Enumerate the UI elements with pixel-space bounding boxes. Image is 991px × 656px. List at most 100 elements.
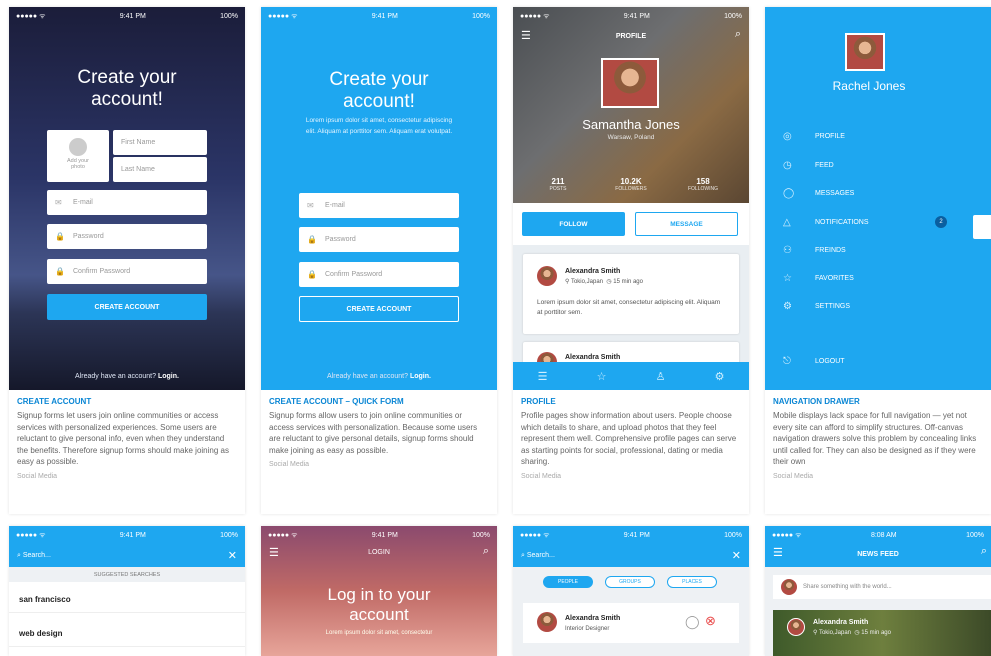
search-icon[interactable]: ⌕ (483, 545, 489, 558)
card-search-people[interactable]: ●●●●● ᯤ 9:41 PM 100% ⌕ Search... ✕ PEOPLE G… (513, 526, 749, 656)
star-icon[interactable]: ☆ (597, 370, 607, 383)
signal: ●●●●● ᯤ (520, 12, 550, 20)
profile-name: Samantha Jones (582, 117, 680, 132)
post-card[interactable]: Alexandra Smith ⚲ Tokio,Japan ◷ 15 min a… (523, 254, 739, 334)
status-bar: ●●●●● ᯤ 8:08 AM 100% (765, 526, 991, 544)
first-name-field[interactable]: First Name (113, 130, 207, 155)
drawer-item-notifications[interactable]: △ NOTIFICATIONS (783, 217, 869, 228)
person-name[interactable]: Alexandra Smith (565, 615, 620, 622)
confirm-password-field[interactable]: 🔒 Confirm Password (47, 259, 207, 284)
add-photo-button[interactable]: Add your photo (47, 130, 109, 182)
card-login[interactable]: ●●●●● ᯤ 9:41 PM 100% ☰ LOGIN ⌕ Log in to y… (261, 526, 497, 656)
stat-following: 158 FOLLOWING (673, 177, 733, 192)
list-icon[interactable]: ☰ (538, 370, 548, 383)
tab-bar: ☰ ☆ ♙ ⚙ (513, 362, 749, 390)
time: 8:08 AM (870, 531, 897, 539)
confirm-password-field[interactable]: 🔒 Confirm Password (299, 262, 459, 287)
search-input[interactable]: Search... (527, 552, 555, 559)
drawer-item-logout[interactable]: ⎋ LOGOUT (783, 356, 845, 367)
search-bar[interactable]: ⌕ Search... ✕ (9, 544, 245, 567)
battery: 100% (724, 12, 742, 20)
login-link[interactable]: Login. (158, 373, 179, 380)
create-account-button[interactable]: CREATE ACCOUNT (299, 296, 459, 322)
drawer-item-messages[interactable]: ◯ MESSAGES (783, 188, 854, 199)
status-bar: ●●●●● ᯤ 9:41 PM 100% (513, 7, 749, 25)
stat-label: FOLLOWERS (615, 186, 647, 192)
card-title[interactable]: CREATE ACCOUNT (17, 397, 237, 406)
drawer-item-friends[interactable]: ⚇ FREINDS (783, 245, 846, 256)
search-bar[interactable]: ⌕ Search... ✕ (513, 544, 749, 567)
tab-places[interactable]: PLACES (667, 576, 717, 588)
card-description: Mobile displays lack space for full navi… (773, 411, 977, 466)
star-icon: ☆ (783, 273, 792, 284)
card-title[interactable]: PROFILE (521, 397, 741, 406)
phone-screen: ●●●●● ᯤ 8:08 AM 100% ☰ NEWS FEED ⌕ Share s… (765, 526, 991, 656)
person-card[interactable]: Alexandra Smith Interior Designer ◯ ⊗ (523, 603, 739, 643)
share-box[interactable]: Share something with the world... (773, 575, 991, 599)
underlying-button (973, 215, 991, 239)
suggestion-item[interactable]: web design (9, 621, 245, 647)
time: 9:41 PM (623, 12, 650, 20)
card-navigation-drawer[interactable]: Rachel Jones ◎ PROFILE ◷ FEED ◯ MESSAGES △ N… (765, 7, 991, 514)
battery: 100% (724, 531, 742, 539)
phone-screen: ●●●●● ᯤ 9:41 PM 100% ☰ PROFILE ⌕ Samantha … (513, 7, 749, 390)
password-field[interactable]: 🔒 Password (47, 224, 207, 249)
card-category: Social Media (269, 461, 310, 468)
suggestion-item[interactable]: san francisco (9, 587, 245, 613)
feed-post[interactable]: Alexandra Smith ⚲ Tokio,Japan ◷ 15 min a… (773, 610, 991, 656)
post-author[interactable]: Alexandra Smith (813, 619, 868, 626)
create-account-button[interactable]: CREATE ACCOUNT (47, 294, 207, 320)
remove-icon[interactable]: ⊗ (705, 613, 716, 629)
follow-button[interactable]: FOLLOW (522, 212, 625, 236)
card-meta: CREATE ACCOUNT – QUICK FORM Signup forms… (269, 397, 489, 468)
login-prompt-text: Already have an account? (327, 373, 408, 380)
lock-icon: 🔒 (307, 235, 317, 244)
tab-groups[interactable]: GROUPS (605, 576, 655, 588)
post-time: 15 min ago (861, 630, 891, 636)
drawer-item-settings[interactable]: ⚙ SETTINGS (783, 301, 850, 312)
password-field[interactable]: 🔒 Password (299, 227, 459, 252)
card-description: Profile pages show information about use… (521, 411, 737, 466)
search-icon[interactable]: ⌕ (735, 28, 741, 41)
person-role: Interior Designer (565, 626, 610, 632)
last-name-field[interactable]: Last Name (113, 157, 207, 182)
card-category: Social Media (17, 472, 58, 480)
email-field[interactable]: ✉ E-mail (47, 190, 207, 215)
user-icon[interactable]: ♙ (656, 370, 666, 383)
drawer-item-label: FREINDS (815, 247, 846, 254)
screen-title: NEWS FEED (857, 551, 899, 558)
battery: 100% (220, 12, 238, 20)
card-title[interactable]: CREATE ACCOUNT – QUICK FORM (269, 397, 489, 406)
close-icon[interactable]: ✕ (732, 549, 741, 562)
drawer-item-profile[interactable]: ◎ PROFILE (783, 131, 845, 142)
search-icon[interactable]: ⌕ (981, 545, 987, 558)
drawer-item-favorites[interactable]: ☆ FAVORITES (783, 273, 854, 284)
search-input[interactable]: Search... (23, 552, 51, 559)
post-avatar (787, 618, 805, 636)
message-button[interactable]: MESSAGE (635, 212, 738, 236)
post-author[interactable]: Alexandra Smith (565, 268, 620, 275)
post-author[interactable]: Alexandra Smith (565, 354, 620, 361)
close-icon[interactable]: ✕ (228, 549, 237, 562)
last-name-placeholder: Last Name (121, 166, 155, 173)
screen-title: LOGIN (368, 549, 390, 556)
stat-posts: 211 POSTS (528, 177, 588, 192)
card-create-account-quick[interactable]: ●●●●● ᯤ 9:41 PM 100% Create your account! … (261, 7, 497, 514)
drawer-item-feed[interactable]: ◷ FEED (783, 160, 834, 171)
card-title[interactable]: NAVIGATION DRAWER (773, 397, 983, 406)
card-search[interactable]: ●●●●● ᯤ 9:41 PM 100% ⌕ Search... ✕ SUGGESTE… (9, 526, 245, 656)
card-profile[interactable]: ●●●●● ᯤ 9:41 PM 100% ☰ PROFILE ⌕ Samantha … (513, 7, 749, 514)
login-link[interactable]: Login. (410, 373, 431, 380)
card-create-account[interactable]: ●●●●● ᯤ 9:41 PM 100% Create your account! … (9, 7, 245, 514)
drawer-item-label: NOTIFICATIONS (815, 219, 869, 226)
status-bar: ●●●●● ᯤ 9:41 PM 100% (261, 7, 497, 25)
chat-icon[interactable]: ◯ (685, 614, 700, 630)
time: 9:41 PM (119, 531, 146, 539)
card-news-feed[interactable]: ●●●●● ᯤ 8:08 AM 100% ☰ NEWS FEED ⌕ Share s… (765, 526, 991, 656)
email-field[interactable]: ✉ E-mail (299, 193, 459, 218)
intro-text: Lorem ipsum dolor sit amet, consectetur … (305, 117, 453, 135)
gear-icon[interactable]: ⚙ (715, 370, 725, 383)
tab-people[interactable]: PEOPLE (543, 576, 593, 588)
drawer-item-label: PROFILE (815, 133, 845, 140)
mail-icon: ✉ (55, 198, 62, 207)
